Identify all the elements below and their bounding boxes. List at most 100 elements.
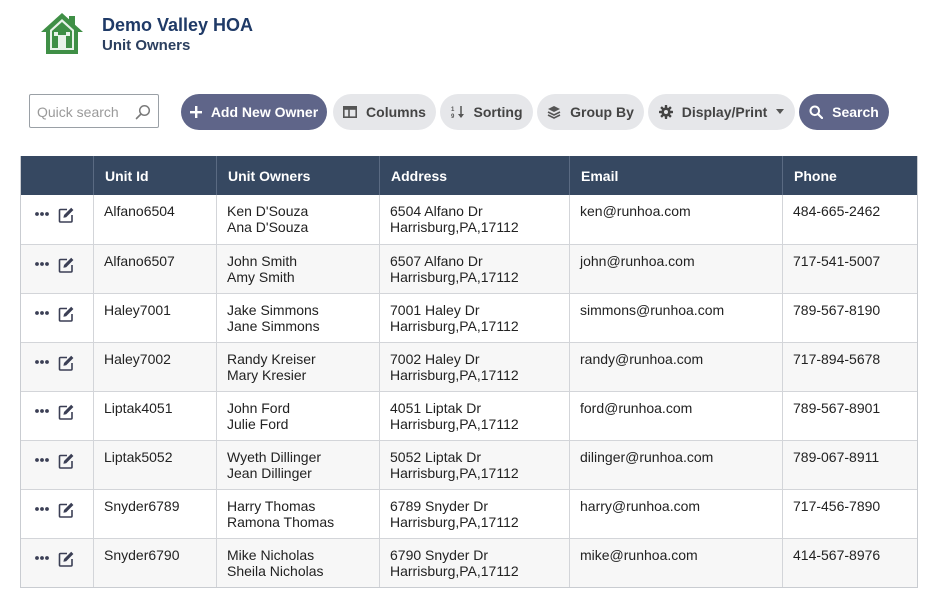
search-icon[interactable]: [135, 104, 151, 120]
owner-secondary: Sheila Nicholas: [227, 563, 324, 579]
more-icon[interactable]: [35, 404, 49, 418]
column-header-actions: [21, 156, 94, 195]
more-icon[interactable]: [35, 306, 49, 320]
page-title: Unit Owners: [102, 37, 191, 54]
phone-text: 717-541-5007: [793, 253, 881, 269]
caret-down-icon: [776, 109, 785, 114]
cell-phone: 414-567-8976: [783, 539, 917, 587]
sorting-label: Sorting: [473, 104, 523, 120]
phone-text: 484-665-2462: [793, 203, 881, 219]
phone-text: 414-567-8976: [793, 547, 881, 563]
email-text: ford@runhoa.com: [580, 400, 693, 416]
edit-icon[interactable]: [58, 453, 74, 469]
edit-icon[interactable]: [58, 551, 74, 567]
more-icon[interactable]: [35, 453, 49, 467]
row-actions: [21, 539, 94, 587]
table-row[interactable]: Haley7001 Jake Simmons Jane Simmons 7001 …: [21, 293, 917, 342]
table-row[interactable]: Liptak5052 Wyeth Dillinger Jean Dillinger…: [21, 440, 917, 489]
add-new-owner-button[interactable]: Add New Owner: [181, 94, 327, 130]
display-print-button[interactable]: Display/Print: [648, 94, 795, 130]
column-header-unit-owners[interactable]: Unit Owners: [217, 156, 380, 195]
columns-label: Columns: [366, 104, 426, 120]
cell-address: 4051 Liptak Dr Harrisburg,PA,17112: [380, 392, 570, 440]
address-city: Harrisburg,PA,17112: [390, 318, 519, 334]
cell-email: randy@runhoa.com: [570, 343, 783, 391]
address-city: Harrisburg,PA,17112: [390, 416, 519, 432]
edit-icon[interactable]: [58, 404, 74, 420]
cell-email: ken@runhoa.com: [570, 195, 783, 244]
cell-unit-owners: John Ford Julie Ford: [217, 392, 380, 440]
table-row[interactable]: Snyder6790 Mike Nicholas Sheila Nicholas …: [21, 538, 917, 587]
address-city: Harrisburg,PA,17112: [390, 563, 519, 579]
toolbar: Add New Owner Columns 1 9 Sorting Group …: [29, 94, 909, 130]
column-header-unit-id[interactable]: Unit Id: [94, 156, 217, 195]
group-by-button[interactable]: Group By: [537, 94, 644, 130]
layers-icon: [547, 106, 561, 119]
table-row[interactable]: Haley7002 Randy Kreiser Mary Kresier 7002…: [21, 342, 917, 391]
unit-id-text: Alfano6507: [104, 253, 175, 269]
columns-icon: [343, 106, 358, 118]
more-icon[interactable]: [35, 502, 49, 516]
owner-primary: John Ford: [227, 400, 291, 416]
address-city: Harrisburg,PA,17112: [390, 367, 519, 383]
cell-email: mike@runhoa.com: [570, 539, 783, 587]
email-text: john@runhoa.com: [580, 253, 695, 269]
cell-unit-id: Snyder6790: [94, 539, 217, 587]
cell-unit-owners: Jake Simmons Jane Simmons: [217, 294, 380, 342]
cell-unit-id: Liptak4051: [94, 392, 217, 440]
phone-text: 789-567-8901: [793, 400, 881, 416]
edit-icon[interactable]: [58, 257, 74, 273]
display-print-label: Display/Print: [681, 104, 768, 120]
owner-primary: John Smith: [227, 253, 298, 269]
table-row[interactable]: Alfano6504 Ken D'Souza Ana D'Souza 6504 A…: [21, 195, 917, 244]
more-icon[interactable]: [35, 207, 49, 221]
address-street: 7001 Haley Dr: [390, 302, 480, 318]
address-street: 6789 Snyder Dr: [390, 498, 489, 514]
cell-unit-owners: Ken D'Souza Ana D'Souza: [217, 195, 380, 244]
columns-button[interactable]: Columns: [333, 94, 436, 130]
edit-icon[interactable]: [58, 355, 74, 371]
table-body: Alfano6504 Ken D'Souza Ana D'Souza 6504 A…: [21, 195, 917, 587]
unit-id-text: Snyder6790: [104, 547, 180, 563]
more-icon[interactable]: [35, 355, 49, 369]
edit-icon[interactable]: [58, 306, 74, 322]
quick-search-input[interactable]: [37, 103, 133, 121]
phone-text: 717-456-7890: [793, 498, 881, 514]
cell-phone: 789-067-8911: [783, 441, 917, 489]
sort-icon: 1 9: [451, 106, 464, 119]
cell-unit-id: Liptak5052: [94, 441, 217, 489]
owner-primary: Ken D'Souza: [227, 203, 309, 219]
owner-primary: Harry Thomas: [227, 498, 316, 514]
edit-icon[interactable]: [58, 502, 74, 518]
column-header-phone[interactable]: Phone: [783, 156, 917, 195]
owner-primary: Mike Nicholas: [227, 547, 315, 563]
owner-secondary: Julie Ford: [227, 416, 289, 432]
group-by-label: Group By: [570, 104, 634, 120]
search-button[interactable]: Search: [799, 94, 889, 130]
phone-text: 717-894-5678: [793, 351, 881, 367]
cell-unit-owners: Mike Nicholas Sheila Nicholas: [217, 539, 380, 587]
column-header-email[interactable]: Email: [570, 156, 783, 195]
svg-text:1: 1: [451, 107, 455, 113]
edit-icon[interactable]: [58, 207, 74, 223]
more-icon[interactable]: [35, 257, 49, 271]
gear-icon: [658, 105, 673, 119]
table-header: Unit Id Unit Owners Address Email Phone: [21, 156, 917, 195]
cell-unit-owners: Harry Thomas Ramona Thomas: [217, 490, 380, 538]
quick-search-box[interactable]: [29, 94, 159, 128]
house-logo-icon: [41, 13, 83, 54]
owner-secondary: Mary Kresier: [227, 367, 307, 383]
column-header-address[interactable]: Address: [380, 156, 570, 195]
unit-id-text: Liptak4051: [104, 400, 173, 416]
email-text: randy@runhoa.com: [580, 351, 704, 367]
table-row[interactable]: Snyder6789 Harry Thomas Ramona Thomas 678…: [21, 489, 917, 538]
table-row[interactable]: Alfano6507 John Smith Amy Smith 6507 Alfa…: [21, 244, 917, 293]
unit-id-text: Haley7001: [104, 302, 171, 318]
sorting-button[interactable]: 1 9 Sorting: [440, 94, 533, 130]
table-row[interactable]: Liptak4051 John Ford Julie Ford 4051 Lipt…: [21, 391, 917, 440]
address-street: 5052 Liptak Dr: [390, 449, 482, 465]
plus-icon: [189, 106, 202, 118]
cell-email: ford@runhoa.com: [570, 392, 783, 440]
address-street: 6504 Alfano Dr: [390, 203, 483, 219]
more-icon[interactable]: [35, 551, 49, 565]
